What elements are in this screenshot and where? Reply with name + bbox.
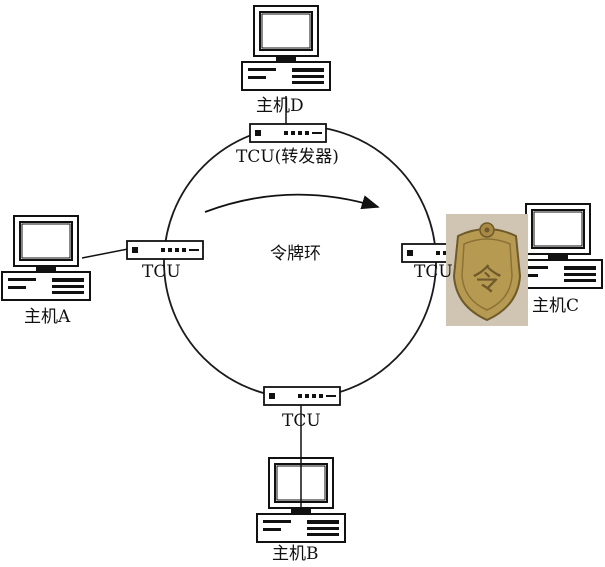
tcu-device-b[interactable] bbox=[263, 386, 341, 406]
host-a-label: 主机A bbox=[24, 307, 71, 327]
host-b-label: 主机B bbox=[272, 544, 319, 564]
tcu-device-d[interactable] bbox=[249, 123, 327, 143]
tcu-c-label: TCU bbox=[414, 262, 453, 282]
ring-label: 令牌环 bbox=[270, 244, 321, 264]
computer-icon-host-d[interactable] bbox=[241, 5, 331, 91]
svg-text:令: 令 bbox=[472, 263, 502, 298]
token-medallion-icon: 令 bbox=[446, 214, 528, 326]
host-c-label: 主机C bbox=[532, 296, 580, 316]
link-host-a bbox=[81, 248, 129, 259]
tcu-device-a[interactable] bbox=[126, 240, 204, 260]
tcu-a-label: TCU bbox=[142, 262, 181, 282]
host-d-label: 主机D bbox=[256, 96, 304, 116]
computer-icon-host-a[interactable] bbox=[1, 215, 91, 301]
tcu-b-label: TCU bbox=[282, 411, 321, 431]
tcu-d-label: TCU(转发器) bbox=[236, 147, 339, 167]
ring-direction-arrow bbox=[204, 193, 380, 213]
